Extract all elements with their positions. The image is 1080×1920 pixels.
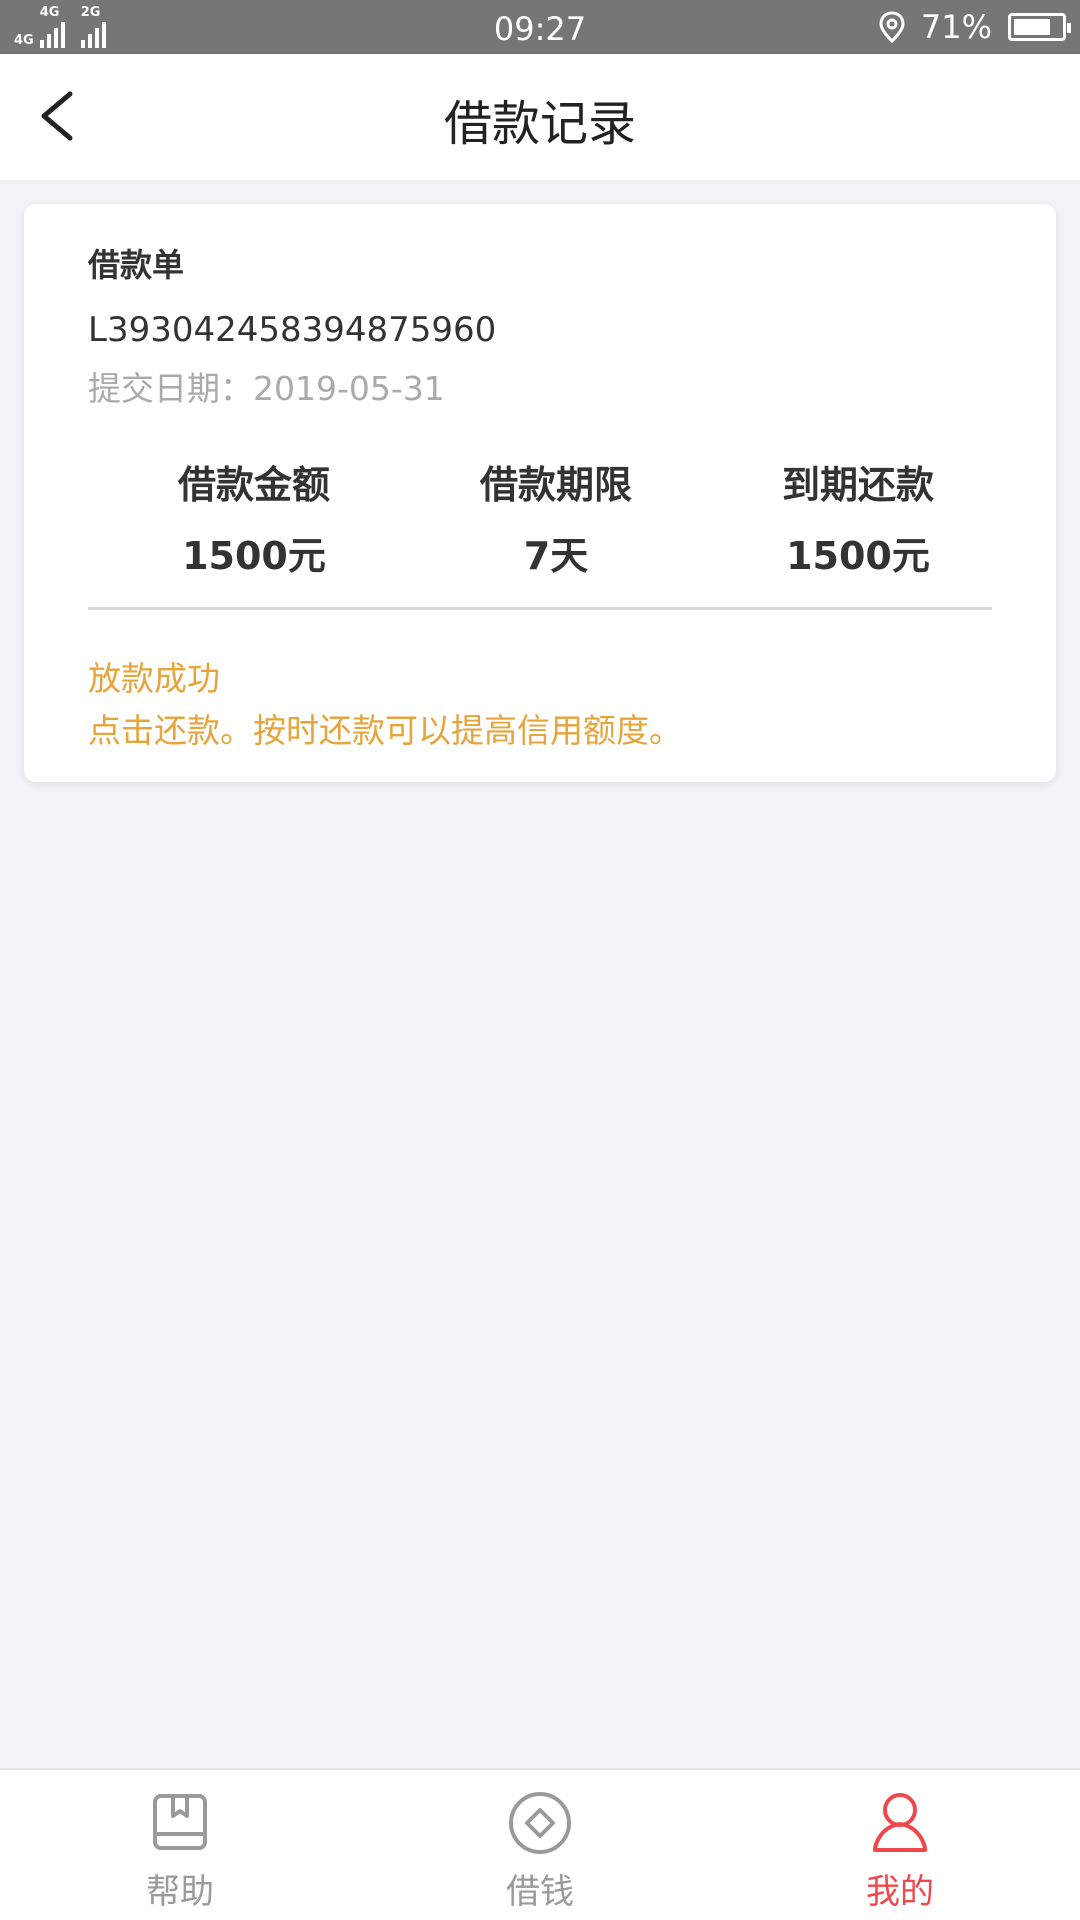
diamond-coin-icon [509,1792,571,1854]
tab-mine[interactable]: 我的 [820,1770,980,1920]
tab-borrow[interactable]: 借钱 [460,1770,620,1920]
battery-icon [1008,13,1071,41]
stat-loan-term: 借款期限 7天 [406,454,706,580]
stat-value: 1500元 [786,534,930,578]
tab-label: 借钱 [506,1872,574,1912]
stat-value: 7天 [523,534,589,578]
book-icon [153,1794,207,1850]
status-bar: 4G 4G 2G 09:27 71% [0,0,1080,54]
card-title: 借款单 [88,246,185,284]
location-icon [879,11,905,43]
submit-date: 提交日期：2019-05-31 [88,369,445,408]
stat-label: 借款期限 [479,463,632,507]
loan-record-card[interactable]: 借款单 L393042458394875960 提交日期：2019-05-31 … [24,204,1056,782]
tab-label: 帮助 [146,1872,214,1912]
user-icon [873,1793,927,1852]
page-title: 借款记录 [443,96,636,152]
tab-help[interactable]: 帮助 [100,1770,260,1920]
stat-label: 到期还款 [781,463,934,507]
stat-value: 1500元 [182,534,326,578]
tab-bar: 帮助 借钱 我的 [0,1768,1080,1920]
stat-loan-amount: 借款金额 1500元 [104,454,404,580]
nav-bar: 借款记录 [0,54,1080,180]
divider [88,607,992,610]
battery-percent: 71% [920,8,992,46]
loan-status: 放款成功 [88,659,220,698]
stat-label: 借款金额 [177,463,330,507]
order-number: L393042458394875960 [88,310,497,350]
repay-prompt-link[interactable]: 点击还款。按时还款可以提高信用额度。 [88,704,682,752]
tab-label: 我的 [866,1872,934,1912]
stat-repayment-due: 到期还款 1500元 [708,454,1008,580]
loan-stats: 借款金额 1500元 借款期限 7天 到期还款 1500元 [24,454,1056,578]
